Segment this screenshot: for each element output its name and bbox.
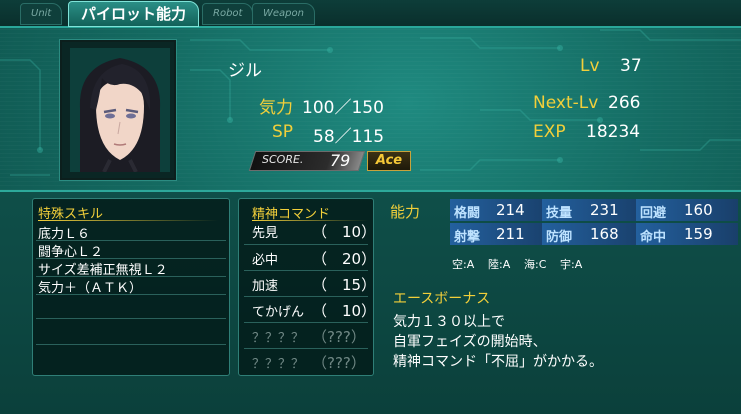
tab-unit[interactable]: Unit	[20, 3, 63, 25]
next-lv-value: 266	[608, 93, 641, 113]
terrain-air: 空:A	[452, 258, 475, 271]
stat-name: 回避	[640, 206, 667, 221]
seishin-command-cost: （ 10）	[312, 302, 377, 320]
skill-item[interactable]: 闘争心Ｌ２	[38, 241, 103, 260]
divider	[244, 296, 368, 297]
stat-value: 231	[590, 201, 619, 219]
tab-bar: Unit パイロット能力 Robot Weapon	[0, 0, 741, 28]
seishin-command-cost: （???）	[312, 354, 366, 372]
seishin-command-cost: （???）	[312, 328, 366, 346]
tab-pilot-ability[interactable]: パイロット能力	[68, 1, 200, 27]
sp-value: 58／115	[313, 127, 385, 147]
seishin-command-item[interactable]: 先見	[252, 222, 278, 241]
exp-value: 18234	[586, 122, 641, 142]
ace-bonus-line: 精神コマンド「不屈」がかかる。	[393, 354, 603, 370]
seishin-command-cost: （ 15）	[312, 276, 377, 294]
seishin-command-item-locked: ？？？？	[252, 331, 305, 346]
pilot-name: ジル	[228, 61, 262, 81]
pilot-face-image	[70, 48, 170, 172]
ace-bonus-title: エースボーナス	[393, 291, 491, 307]
stat-name: 射撃	[454, 230, 481, 245]
stat-value: 211	[496, 225, 525, 243]
divider	[244, 322, 368, 323]
pilot-portrait	[60, 40, 176, 180]
score-value: 79	[330, 151, 351, 170]
seishin-command-item-locked: ？？？？	[252, 357, 305, 372]
next-lv-label: Next-Lv	[533, 93, 599, 113]
lv-label: Lv	[580, 56, 600, 76]
seishin-command-cost: （ 10）	[312, 223, 377, 241]
sp-label: SP	[272, 122, 294, 142]
stat-value: 214	[496, 201, 525, 219]
stat-name: 技量	[546, 206, 573, 221]
stat-value: 168	[590, 225, 619, 243]
tab-weapon[interactable]: Weapon	[252, 3, 315, 25]
lv-value: 37	[620, 56, 642, 76]
terrain-land: 陸:A	[488, 258, 511, 271]
divider	[36, 318, 226, 319]
seishin-command-item[interactable]: 必中	[252, 249, 278, 268]
divider	[244, 244, 368, 245]
seishin-command-cost: （ 20）	[312, 250, 377, 268]
exp-label: EXP	[533, 122, 566, 142]
ability-header: 能力	[390, 203, 421, 221]
tab-robot[interactable]: Robot	[202, 3, 254, 25]
stat-name: 命中	[640, 230, 667, 245]
divider	[244, 270, 368, 271]
stat-value: 159	[684, 225, 713, 243]
kiryoku-value: 100／150	[302, 98, 384, 118]
stat-value: 160	[684, 201, 713, 219]
terrain-sea: 海:C	[524, 258, 547, 271]
kiryoku-label: 気力	[259, 98, 293, 118]
seishin-command-item[interactable]: てかげん	[252, 301, 304, 320]
ace-bonus-line: 気力１３０以上で	[393, 314, 505, 330]
seishin-command-item[interactable]: 加速	[252, 275, 278, 294]
terrain-space: 宇:A	[560, 258, 583, 271]
ace-badge: Ace	[367, 151, 411, 171]
stat-name: 防御	[546, 230, 573, 245]
stat-name: 格闘	[454, 206, 481, 221]
skill-item[interactable]: サイズ差補正無視Ｌ２	[38, 259, 168, 278]
special-skills-rule	[38, 220, 218, 221]
ace-bonus-line: 自軍フェイズの開始時、	[393, 334, 547, 350]
divider	[244, 348, 368, 349]
skill-item[interactable]: 底力Ｌ６	[38, 223, 90, 242]
skill-item[interactable]: 気力＋（ＡＴＫ）	[38, 277, 142, 296]
score-label: SCORE.	[262, 153, 304, 166]
divider	[36, 344, 226, 345]
